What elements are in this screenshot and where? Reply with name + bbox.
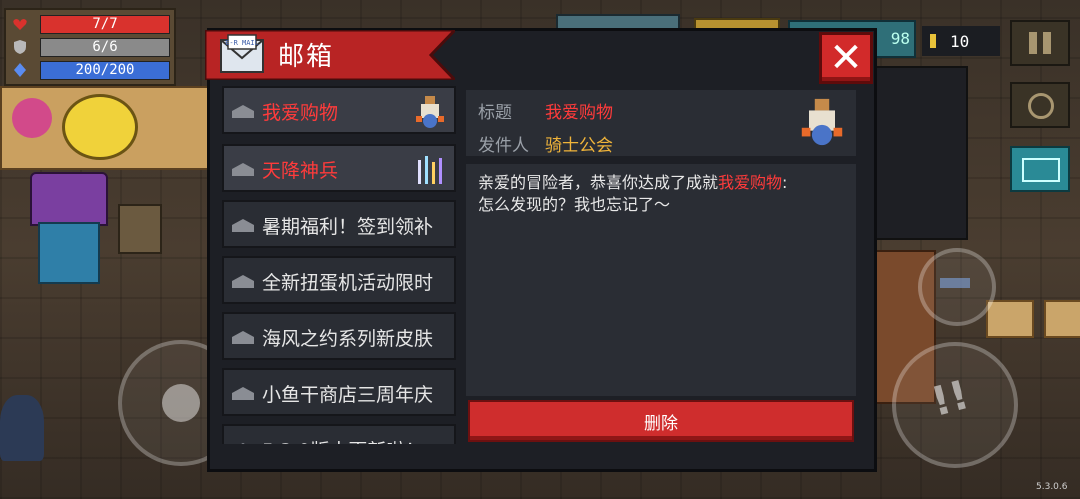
envelope-icon (232, 331, 254, 344)
body-line-2: 怎么发现的？我也忘记了～ (478, 195, 671, 214)
hp-row: 7/7 (10, 14, 170, 34)
envelope-icon (232, 163, 254, 176)
shield-row: 6/6 (10, 37, 170, 57)
skill-icon: !! (926, 372, 974, 426)
heart-icon (13, 19, 27, 30)
version-label: 5.3.0.6 (1036, 482, 1068, 492)
refresh-icon (1028, 93, 1054, 119)
dialog-title: 邮箱 (278, 42, 335, 72)
shield-value: 6/6 (40, 38, 170, 57)
right-wall (872, 66, 968, 240)
title-label: 标题 (478, 103, 512, 123)
player-stats-panel: 7/7 6/6 200/200 (4, 8, 176, 86)
gun-icon (940, 278, 970, 288)
lemon-poster (0, 86, 216, 170)
sender-label: 发件人 (478, 136, 529, 156)
mail-list[interactable]: 我爱购物 天降神兵 暑期福利！签到领补 全新扭蛋机活动限时 海风之约系列新皮肤 … (214, 86, 456, 444)
delete-button[interactable]: 删除 (468, 400, 854, 442)
mail-item[interactable]: 暑期福利！签到领补 (222, 200, 456, 248)
mail-title: 海风之约系列新皮肤 (262, 328, 434, 350)
joystick-knob[interactable] (162, 384, 200, 422)
switch-button[interactable] (1010, 82, 1070, 128)
delete-label: 删除 (644, 413, 678, 434)
notice-board (986, 300, 1034, 338)
envelope-icon (232, 387, 254, 400)
knight-character (0, 395, 44, 461)
pause-button[interactable] (1010, 20, 1070, 66)
weapon-swap-button[interactable] (918, 248, 996, 326)
body-achievement: 我爱购物 (718, 173, 783, 192)
envelope-icon (232, 275, 254, 288)
coin-icon (930, 34, 936, 48)
mail-title: 5.3.0版本更新啦！ (262, 436, 452, 444)
hp-value: 7/7 (40, 15, 170, 34)
energy-row: 200/200 (10, 60, 170, 80)
chest-icon (1022, 158, 1060, 182)
energy-crystal-icon (14, 63, 26, 77)
mail-item[interactable]: 小鱼干商店三周年庆 (222, 368, 456, 416)
coin-value: 10 (950, 31, 970, 51)
close-icon: ✕ (829, 35, 863, 81)
mail-item[interactable]: 全新扭蛋机活动限时 (222, 256, 456, 304)
supply-crate (118, 204, 162, 254)
currency-value: 98 (890, 29, 910, 48)
envelope-icon (241, 443, 245, 444)
close-button[interactable]: ✕ (819, 32, 873, 84)
mail-title: 小鱼干商店三周年庆 (262, 384, 434, 406)
mail-icon-text: E-R MAIL (225, 39, 259, 47)
shopper-character-icon (801, 98, 843, 146)
title-value: 我爱购物 (545, 103, 613, 123)
pause-icon (1029, 32, 1037, 54)
coin-counter: 10 (922, 26, 1000, 56)
mail-icon: E-R MAIL (220, 34, 264, 73)
mail-item[interactable]: 5.3.0版本更新啦！ (222, 424, 456, 444)
mail-item[interactable]: 海风之约系列新皮肤 (222, 312, 456, 360)
envelope-icon (232, 105, 254, 118)
energy-value: 200/200 (40, 61, 170, 80)
shopper-potion-icon (416, 96, 444, 128)
envelope-icon (232, 219, 254, 232)
skill-button[interactable]: !! (892, 342, 1018, 468)
sender-value: 骑士公会 (545, 136, 613, 156)
mail-title: 全新扭蛋机活动限时 (262, 272, 434, 294)
mail-item[interactable]: 我爱购物 (222, 86, 456, 134)
mail-body-text: 亲爱的冒险者，恭喜你达成了成就我爱购物: 怎么发现的？我也忘记了～ (478, 172, 848, 216)
notice-board-2 (1044, 300, 1080, 338)
mail-title: 暑期福利！签到领补 (262, 216, 434, 238)
weapons-icon (418, 156, 442, 184)
body-prefix: 亲爱的冒险者，恭喜你达成了成就 (478, 173, 719, 192)
body-suffix: : (782, 173, 788, 192)
shield-icon (14, 40, 26, 54)
mail-item[interactable]: 天降神兵 (222, 144, 456, 192)
gacha-machine (30, 172, 108, 284)
chest-button[interactable] (1010, 146, 1070, 192)
